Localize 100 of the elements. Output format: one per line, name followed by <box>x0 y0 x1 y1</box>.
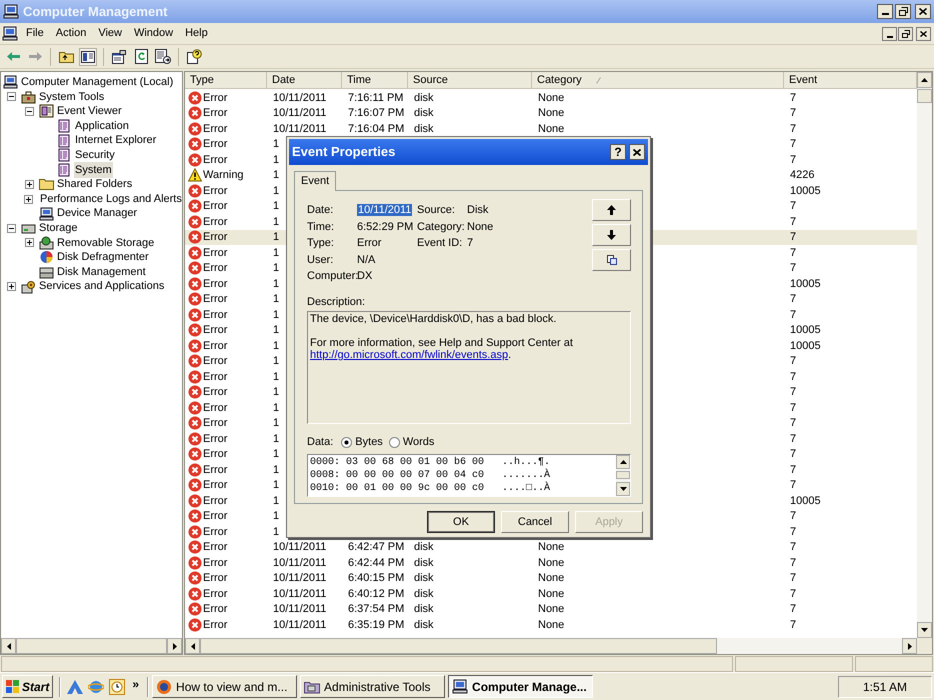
table-cell-text: Error <box>203 478 228 493</box>
table-cell-text: 1 <box>273 478 280 493</box>
table-cell-text: disk <box>414 618 434 632</box>
table-cell-text: Error <box>203 540 228 555</box>
table-cell-text: 4226 <box>790 168 814 183</box>
table-cell-text: 7 <box>790 447 796 462</box>
table-cell-text: Error <box>203 524 228 540</box>
table-cell-text: 7 <box>790 292 796 307</box>
field-value: Error <box>357 237 382 249</box>
table-cell-text: 7 <box>790 540 796 555</box>
table-cell-text: 7 <box>790 214 796 230</box>
table-cell-text: 7 <box>790 385 796 400</box>
table-cell-text: 1 <box>273 137 280 152</box>
field-label: Computer: <box>307 269 357 284</box>
description-text: For more information, see Help and Support Center at http://go.microsoft.com/fwlink/events.asp. <box>310 337 574 361</box>
table-cell-text: Error <box>203 106 228 121</box>
table-cell-text: Error <box>203 292 228 307</box>
field-label: Category: <box>417 220 466 234</box>
table-cell-text: 7 <box>790 602 796 617</box>
data-line: 0008: 00 00 00 00 07 00 04 c0 .......À <box>310 468 552 482</box>
table-cell-text: None <box>538 586 564 602</box>
table-cell-text: 7 <box>790 524 796 540</box>
table-cell-text: 7 <box>790 416 796 431</box>
field-label: Event ID: <box>417 236 464 251</box>
table-cell-text: 6:40:15 PM <box>348 571 404 586</box>
table-cell-text: Error <box>203 509 228 524</box>
table-cell-text: 1 <box>273 323 280 338</box>
table-cell-text: 10/11/2011 <box>273 586 326 602</box>
table-cell-text: 1 <box>273 276 280 292</box>
table-cell-text: None <box>538 618 564 632</box>
table-cell-text: 1 <box>273 338 280 354</box>
table-cell-text: Error <box>203 354 228 369</box>
table-cell-text: Error <box>203 308 228 322</box>
table-cell-text: 1 <box>273 230 280 245</box>
table-cell-text: Error <box>203 556 228 570</box>
table-cell-text: Error <box>203 602 228 617</box>
table-cell-text: 6:37:54 PM <box>348 602 404 617</box>
table-cell-text: 7 <box>790 308 796 322</box>
table-cell-text: 1 <box>273 370 280 384</box>
window-title: Computer Management <box>23 2 168 21</box>
table-cell-text: 1 <box>273 308 280 322</box>
table-cell-text: 10/11/2011 <box>273 602 326 617</box>
table-cell-text: 1 <box>273 292 280 307</box>
table-cell-text: Error <box>203 90 228 106</box>
table-cell-text: 10/11/2011 <box>273 540 326 555</box>
table-cell-text: Error <box>203 214 228 230</box>
table-cell-text: Error <box>203 586 228 602</box>
clock: 1:51 AM <box>838 676 932 698</box>
table-cell-text: 7 <box>790 509 796 524</box>
table-cell-text: Error <box>203 494 228 508</box>
table-cell-text: Error <box>203 400 228 416</box>
table-cell-text: 7 <box>790 432 796 446</box>
table-cell-text: Error <box>203 416 228 431</box>
table-cell-text: Error <box>203 323 228 338</box>
table-cell-text: 1 <box>273 354 280 369</box>
table-cell-text: 6:42:44 PM <box>348 556 404 570</box>
table-cell-text: 7 <box>790 462 796 478</box>
table-cell-text: 1 <box>273 246 280 260</box>
table-cell-text: disk <box>414 540 434 555</box>
table-cell-text: 7 <box>790 152 796 168</box>
table-cell-text: Error <box>203 137 228 152</box>
table-cell-text: disk <box>414 122 434 136</box>
table-cell-text: Error <box>203 618 228 632</box>
table-cell-text: 7 <box>790 90 796 106</box>
table-cell-text: Error <box>203 246 228 260</box>
table-cell-text: 7 <box>790 137 796 152</box>
table-cell-text: Error <box>203 385 228 400</box>
table-cell-text: 1 <box>273 168 280 183</box>
table-cell-text: Error <box>203 230 228 245</box>
table-cell-text: 7 <box>790 199 796 214</box>
table-cell-text: 7 <box>790 230 796 245</box>
table-cell-text: 1 <box>273 184 280 198</box>
table-cell-text: 1 <box>273 400 280 416</box>
table-cell-text: 7 <box>790 400 796 416</box>
data-label: Data: <box>307 435 334 450</box>
data-line: 0000: 03 00 68 00 01 00 b6 00 ..h...¶. <box>310 456 552 468</box>
field-label: Date: <box>307 203 334 218</box>
field-label: Source: <box>417 203 456 218</box>
table-cell-text: 7 <box>790 370 796 384</box>
description-text: The device, \Device\Harddisk0\D, has a bad block. <box>310 313 558 325</box>
table-cell-text: disk <box>414 106 434 121</box>
field-value: Disk <box>467 203 490 218</box>
field-value: 10/11/2011 <box>357 204 412 216</box>
table-cell-text: 10005 <box>790 494 821 508</box>
field-label: Time: <box>307 220 336 234</box>
table-cell-text: 10005 <box>790 276 821 292</box>
table-cell-text: disk <box>414 556 434 570</box>
table-cell-text: 1 <box>273 214 280 230</box>
table-cell-text: None <box>538 122 564 136</box>
table-cell-text: 7 <box>790 556 796 570</box>
table-cell-text: 10/11/2011 <box>273 618 326 632</box>
table-cell-text: Error <box>203 184 228 198</box>
table-cell-text: Error <box>203 338 228 354</box>
table-cell-text: 1 <box>273 199 280 214</box>
table-cell-text: disk <box>414 602 434 617</box>
table-cell-text: Error <box>203 462 228 478</box>
table-cell-text: 1 <box>273 432 280 446</box>
table-cell-text: 7:16:11 PM <box>348 90 404 106</box>
table-cell-text: None <box>538 556 564 570</box>
table-cell-text: 6:40:12 PM <box>348 586 404 602</box>
